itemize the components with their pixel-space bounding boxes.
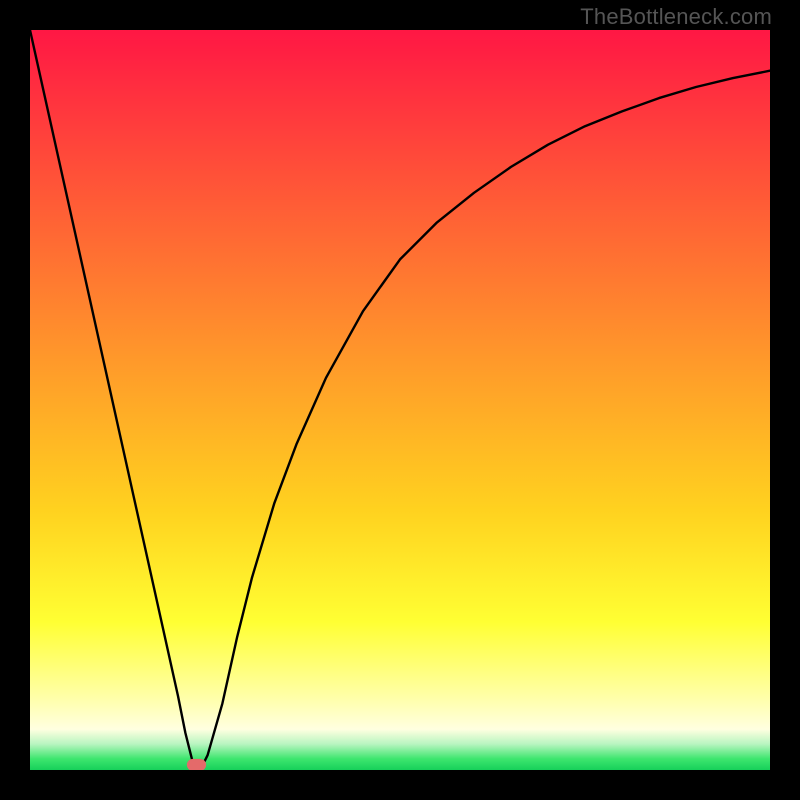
watermark-text: TheBottleneck.com [580,4,772,30]
minimum-marker [187,759,206,770]
plot-area [30,30,770,770]
chart-frame: TheBottleneck.com [0,0,800,800]
chart-svg [30,30,770,770]
gradient-background [30,30,770,770]
